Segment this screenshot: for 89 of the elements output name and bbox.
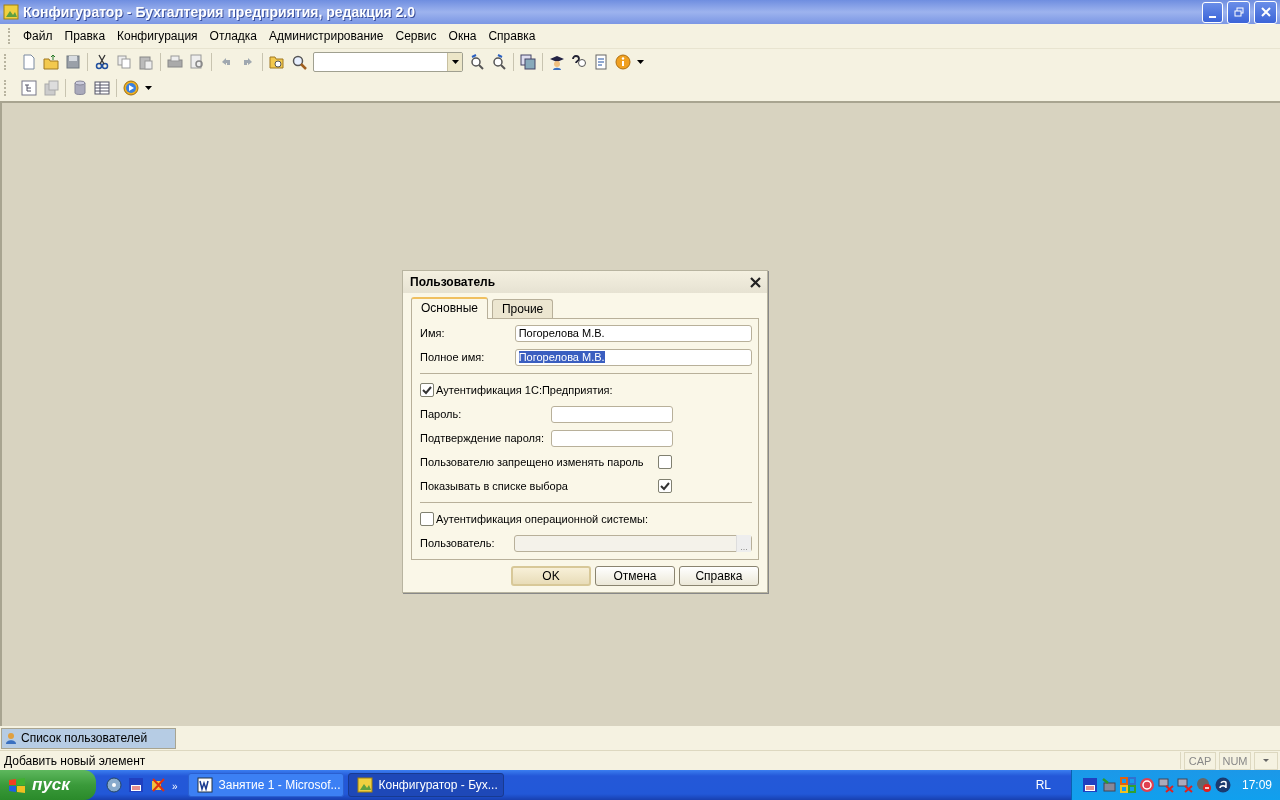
find-previous-icon[interactable] <box>491 54 507 70</box>
app-logo-icon <box>3 4 19 20</box>
new-document-icon[interactable] <box>21 54 37 70</box>
network-disconnected-icon[interactable] <box>1157 777 1174 793</box>
field-label: Подтверждение пароля: <box>420 432 545 444</box>
input-field[interactable]: Погорелова М.В. <box>514 324 752 342</box>
find-next-icon[interactable] <box>469 54 485 70</box>
menu-item[interactable]: Отладка <box>205 27 262 45</box>
status-indicator: CAP <box>1184 751 1216 770</box>
search-combo-field[interactable] <box>313 52 463 72</box>
help-search-icon[interactable] <box>571 54 587 70</box>
target-icon[interactable] <box>1138 777 1155 793</box>
window-title: Конфигуратор - Бухгалтерия предприятия, редакция 2.0 <box>23 4 416 20</box>
windows-flag-icon <box>8 776 26 794</box>
caret-icon[interactable] <box>145 86 152 90</box>
checkbox[interactable] <box>658 455 672 469</box>
dialog-button[interactable]: Справка <box>679 566 759 586</box>
cd-player-icon[interactable] <box>106 777 122 793</box>
minimize-icon <box>1209 15 1216 18</box>
info-icon[interactable] <box>615 54 631 70</box>
folder-search-icon[interactable] <box>269 54 285 70</box>
password-field[interactable] <box>551 405 673 423</box>
user-icon <box>5 732 17 744</box>
crossed-icon[interactable] <box>150 777 166 793</box>
copy-icon[interactable] <box>116 54 132 70</box>
window-tab[interactable]: Список пользователей <box>1 727 176 749</box>
open-folder-icon[interactable] <box>43 54 59 70</box>
minimize-button[interactable] <box>1202 1 1223 23</box>
search-icon[interactable] <box>291 54 307 70</box>
field-label: Полное имя: <box>420 351 486 363</box>
tab[interactable]: Основные <box>411 297 488 319</box>
antivirus-icon[interactable] <box>1214 777 1231 793</box>
windows-icon[interactable] <box>520 54 536 70</box>
print-preview-icon[interactable] <box>189 54 205 70</box>
tree-window-icon[interactable] <box>21 80 37 96</box>
paste-icon[interactable] <box>138 54 154 70</box>
password-field[interactable] <box>551 429 673 447</box>
menu-item[interactable]: Окна <box>444 27 481 45</box>
more-icon[interactable]: » <box>172 781 178 792</box>
blocked-speaker-icon[interactable] <box>1195 777 1212 793</box>
field-label: Имя: <box>420 327 446 339</box>
menu-item[interactable]: Сервис <box>391 27 441 45</box>
taskbar-button[interactable]: Конфигуратор - Бух... <box>347 773 504 797</box>
app-logo-icon <box>356 777 373 793</box>
clock: 17:09 <box>1241 778 1272 792</box>
restore-icon <box>1233 7 1244 17</box>
table-icon[interactable] <box>94 80 110 96</box>
menu-item[interactable]: Администрирование <box>265 27 388 45</box>
checkbox-label: Аутентификация 1С:Предприятия: <box>436 384 613 396</box>
dialog-button[interactable]: OK <box>511 566 591 586</box>
tab[interactable]: Прочие <box>491 299 554 318</box>
close-button[interactable] <box>1254 0 1277 24</box>
start-button[interactable]: пуск <box>0 770 96 800</box>
status-text: Добавить новый элемент <box>0 752 1181 769</box>
checkbox[interactable] <box>658 479 672 493</box>
document-icon[interactable] <box>593 54 609 70</box>
checkbox[interactable] <box>420 383 434 397</box>
play-icon[interactable] <box>123 80 139 96</box>
network-disconnected-icon[interactable] <box>1176 777 1193 793</box>
database-icon[interactable] <box>72 80 88 96</box>
dialog-title: Пользователь <box>410 275 496 289</box>
printer-icon[interactable] <box>167 54 183 70</box>
save-icon[interactable] <box>65 54 81 70</box>
option-label: Показывать в списке выбора <box>420 480 569 492</box>
checkbox[interactable] <box>420 512 434 526</box>
menu-item[interactable]: Правка <box>60 27 110 45</box>
office-icon[interactable] <box>1119 777 1136 793</box>
dropdown-arrow-icon[interactable] <box>451 60 459 64</box>
field-label: Пользователь: <box>420 537 496 549</box>
menu-item[interactable]: Файл <box>19 27 57 45</box>
taskbar-button[interactable]: Занятие 1 - Microsof... <box>187 773 344 797</box>
word-document-icon <box>196 777 213 793</box>
dialog-button[interactable]: Отмена <box>595 566 675 586</box>
scissors-icon[interactable] <box>94 54 110 70</box>
caret-icon[interactable] <box>637 60 644 64</box>
menu-item[interactable]: Справка <box>484 27 540 45</box>
checkmark-icon <box>422 385 432 395</box>
menu-item[interactable]: Конфигурация <box>113 27 202 45</box>
language-indicator[interactable]: RL <box>1015 778 1071 792</box>
checkmark-icon <box>660 481 670 491</box>
input-field[interactable]: Погорелова М.В. <box>514 348 752 366</box>
status-indicator: NUM <box>1219 751 1251 770</box>
checkbox-label: Аутентификация операционной системы: <box>436 513 648 525</box>
restore-button[interactable] <box>1227 0 1250 24</box>
graduate-icon[interactable] <box>549 54 565 70</box>
field-label: Пароль: <box>420 408 463 420</box>
close-icon[interactable] <box>750 276 761 288</box>
close-icon <box>1260 7 1271 17</box>
option-label: Пользователю запрещено изменять пароль <box>420 456 645 468</box>
